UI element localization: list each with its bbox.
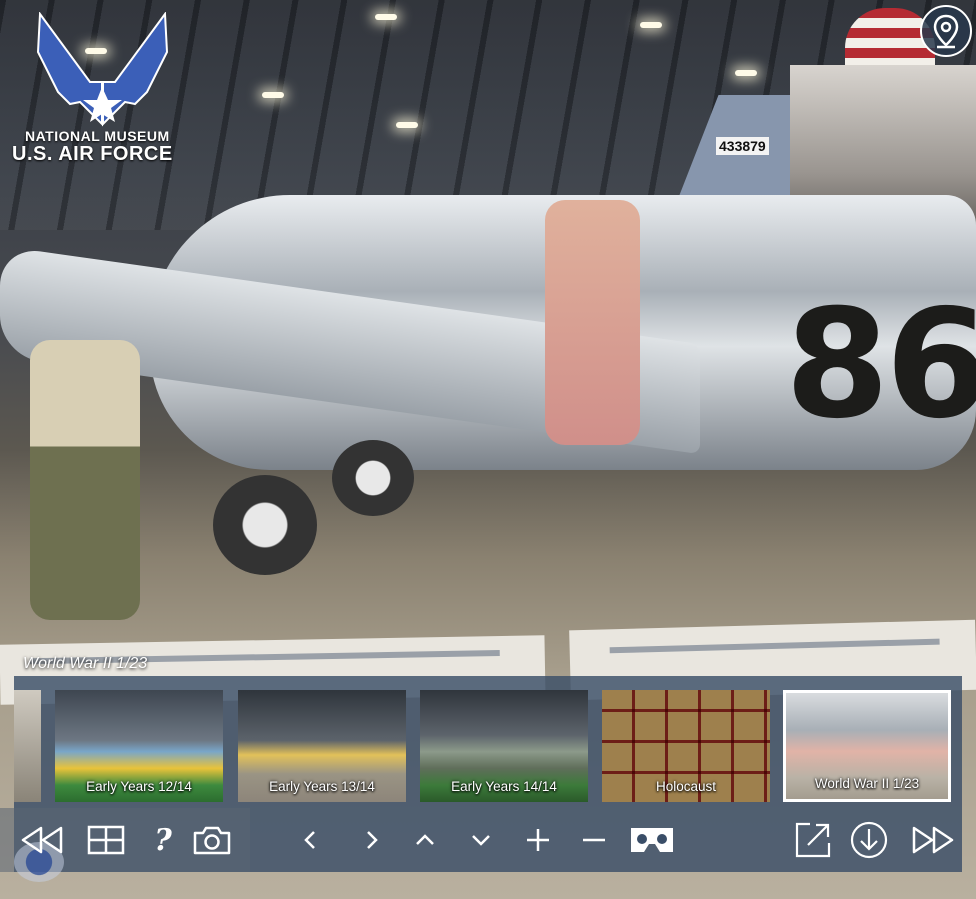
zoom-in-icon <box>527 829 549 851</box>
logo-line2: U.S. AIR FORCE <box>12 143 173 165</box>
chevron-left-icon <box>304 831 315 849</box>
help-button[interactable]: ? <box>146 813 180 867</box>
vr-mode-button[interactable] <box>626 813 678 867</box>
map-pin-icon <box>933 14 959 49</box>
location-button[interactable] <box>920 5 972 57</box>
thumbnail-early-years-12[interactable]: Early Years 12/14 <box>55 690 223 802</box>
ceiling-light <box>262 92 284 98</box>
pan-up-button[interactable] <box>410 813 440 867</box>
chevron-up-icon <box>416 834 434 845</box>
thumbnail-label: Early Years 13/14 <box>269 779 375 794</box>
ceiling-light <box>375 14 397 20</box>
thumbnail-early-years-13[interactable]: Early Years 13/14 <box>238 690 406 802</box>
tail-number: 433879 <box>716 137 769 155</box>
previous-scene-button[interactable] <box>16 813 68 867</box>
fullscreen-button[interactable] <box>792 813 834 867</box>
zoom-out-button[interactable] <box>578 813 610 867</box>
pan-left-button[interactable] <box>295 813 325 867</box>
fullscreen-icon <box>795 822 831 858</box>
thumbnail-early-years-14[interactable]: Early Years 14/14 <box>420 690 588 802</box>
logo-line1: NATIONAL MUSEUM <box>25 128 170 144</box>
grid-icon <box>87 825 125 855</box>
thumbnail-world-war-ii-1[interactable]: World War II 1/23 <box>783 690 951 802</box>
pan-right-button[interactable] <box>357 813 387 867</box>
rewind-icon <box>21 826 63 854</box>
grid-view-button[interactable] <box>84 813 128 867</box>
ceiling-light <box>396 122 418 128</box>
mannequin-figure <box>545 200 640 445</box>
camera-icon <box>193 826 231 855</box>
pan-down-button[interactable] <box>466 813 496 867</box>
next-scene-button[interactable] <box>908 813 958 867</box>
download-icon <box>850 821 888 859</box>
thumbnail-label: World War II 1/23 <box>814 776 920 791</box>
mannequin-figure <box>30 340 140 620</box>
current-scene-title: World War II 1/23 <box>23 655 148 672</box>
chevron-right-icon <box>367 831 378 849</box>
zoom-in-button[interactable] <box>522 813 554 867</box>
landing-wheel <box>332 440 414 516</box>
thumbnail-label: Early Years 12/14 <box>86 779 192 794</box>
landing-wheel <box>213 475 317 575</box>
ceiling-light <box>735 70 757 76</box>
download-button[interactable] <box>848 813 890 867</box>
thumbnail-label: Early Years 14/14 <box>451 779 557 794</box>
thumbnail-label: Holocaust <box>655 779 717 794</box>
thumbnail-partial[interactable] <box>14 690 41 802</box>
air-force-wings-icon <box>36 11 169 127</box>
thumbnail-strip: Early Years 12/14 Early Years 13/14 Earl… <box>14 676 962 808</box>
zoom-out-icon <box>583 838 605 842</box>
screenshot-button[interactable] <box>190 813 234 867</box>
aircraft-number: 86 <box>785 278 976 452</box>
ceiling-light <box>640 22 662 28</box>
vr-headset-icon <box>631 828 673 852</box>
chevron-down-icon <box>472 835 490 846</box>
thumbnail-holocaust[interactable]: Holocaust <box>602 690 770 802</box>
help-icon: ? <box>154 822 172 858</box>
fast-forward-icon <box>912 826 954 854</box>
